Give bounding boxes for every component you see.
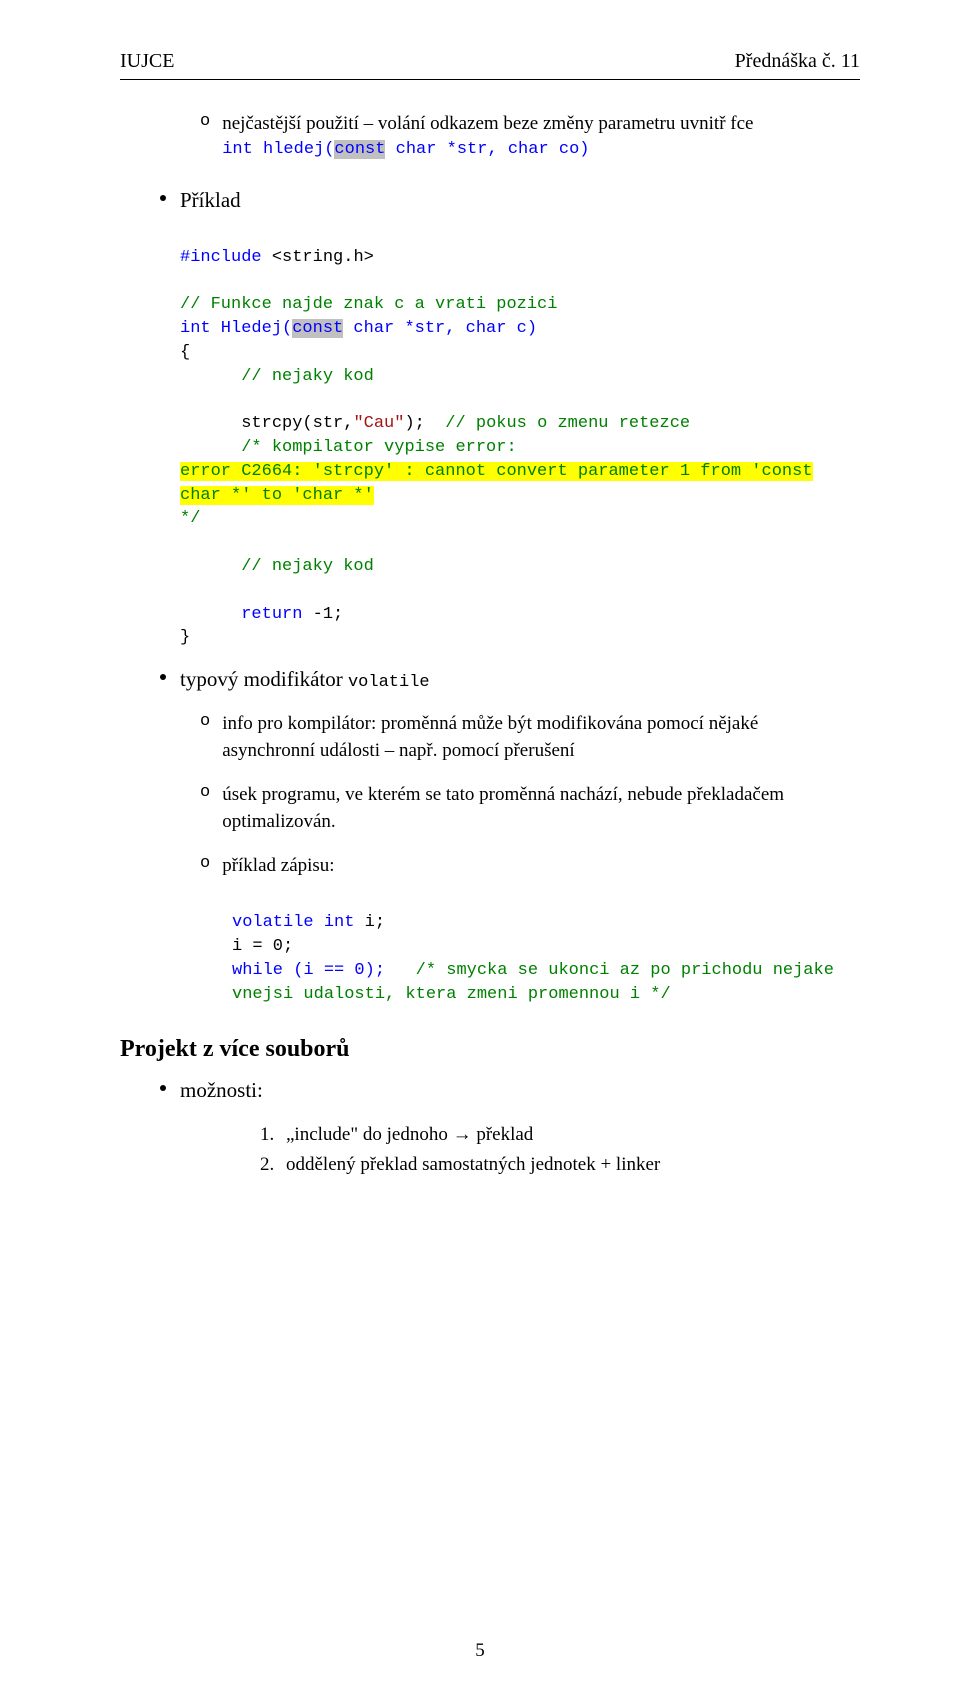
code-text: { xyxy=(180,343,190,362)
intro-text: nejčastější použití – volání odkazem bez… xyxy=(222,110,753,138)
volatile-b1: info pro kompilátor: proměnná může být m… xyxy=(222,710,842,765)
bullet-dot xyxy=(160,674,166,680)
intro-code: int hledej(const char *str, char co) xyxy=(222,138,753,162)
code-text: // nejaky kod xyxy=(241,557,374,576)
list-item: 2. oddělený překlad samostatných jednote… xyxy=(260,1150,860,1180)
code-text: error C2664: 'strcpy' : cannot convert p… xyxy=(180,462,813,481)
code-text: ); xyxy=(404,414,445,433)
bullet-dot xyxy=(160,1085,166,1091)
code-text: // Funkce najde znak c a vrati pozici xyxy=(180,295,557,314)
moznosti-label: možnosti: xyxy=(180,1075,263,1105)
list-marker-o: o xyxy=(200,112,210,131)
list-marker-o: o xyxy=(200,783,210,802)
example-heading: Příklad xyxy=(180,185,241,215)
code-text: } xyxy=(180,628,190,647)
code-text: int Hledej( xyxy=(180,319,292,338)
code-text: */ xyxy=(180,509,200,528)
code-text: /* kompilator vypise error: xyxy=(241,438,516,457)
volatile-heading: typový modifikátor volatile xyxy=(180,664,430,696)
volatile-b3: příklad zápisu: xyxy=(222,852,334,880)
code-text: volatile int xyxy=(232,913,365,932)
header-rule xyxy=(120,79,860,80)
list-item: 1. „include" do jednoho → překlad xyxy=(260,1120,860,1150)
code-text: -1 xyxy=(313,605,333,624)
code-text: // pokus o zmenu retezce xyxy=(445,414,690,433)
code-text: /* smycka se ukonci az po prichodu nejak… xyxy=(416,961,834,980)
page-number: 5 xyxy=(0,1640,960,1662)
header-left: IUJCE xyxy=(120,50,174,73)
section-heading: Projekt z více souborů xyxy=(120,1036,860,1063)
code-text: "Cau" xyxy=(353,414,404,433)
code-text: i; xyxy=(365,913,385,932)
code-text: char *' to 'char *' xyxy=(180,486,374,505)
bullet-dot xyxy=(160,195,166,201)
code-text: // nejaky kod xyxy=(241,367,374,386)
code-text: strcpy(str, xyxy=(241,414,353,433)
code-text: return xyxy=(241,605,312,624)
code-text: #include xyxy=(180,248,272,267)
code-text: i = 0; xyxy=(232,937,293,956)
code-text: char *str, char c) xyxy=(343,319,537,338)
header-right: Přednáška č. 11 xyxy=(735,50,860,73)
volatile-b2: úsek programu, ve kterém se tato proměnn… xyxy=(222,781,842,836)
code-text: <string.h> xyxy=(272,248,374,267)
list-marker-o: o xyxy=(200,712,210,731)
code-text: vnejsi udalosti, ktera zmeni promennou i… xyxy=(232,985,671,1004)
code-text: while (i == 0); xyxy=(232,961,416,980)
list-marker-o: o xyxy=(200,854,210,873)
code-text: const xyxy=(292,319,343,338)
